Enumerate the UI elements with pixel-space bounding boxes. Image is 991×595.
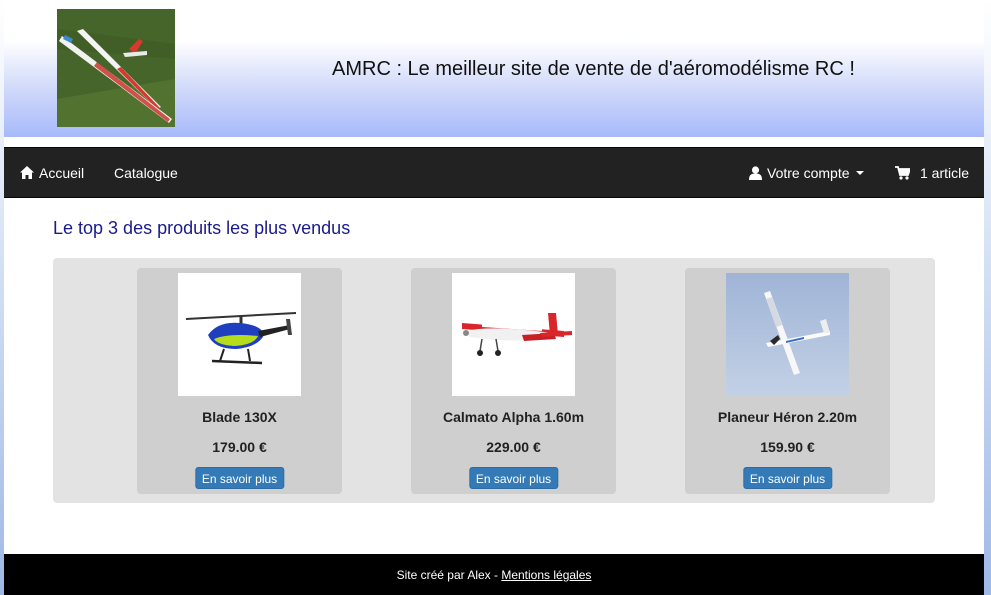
nav-cart[interactable]: 1 article — [895, 148, 969, 197]
main-navbar: Accueil Catalogue Votre compte 1 article — [4, 147, 984, 198]
nav-account-dropdown[interactable]: Votre compte — [749, 148, 864, 197]
nav-catalog-label: Catalogue — [114, 164, 178, 181]
home-icon — [20, 166, 34, 179]
page: AMRC : Le meilleur site de vente de d'aé… — [4, 0, 984, 595]
product-price: 179.00 € — [212, 439, 267, 455]
product-card: Blade 130X 179.00 € En savoir plus — [137, 268, 342, 494]
shopping-cart-icon — [895, 165, 910, 180]
site-footer: Site créé par Alex - Mentions légales — [4, 554, 984, 595]
product-price: 229.00 € — [486, 439, 541, 455]
site-title: AMRC : Le meilleur site de vente de d'aé… — [332, 58, 855, 80]
product-price: 159.90 € — [760, 439, 815, 455]
product-name: Planeur Héron 2.20m — [717, 409, 858, 425]
learn-more-button[interactable]: En savoir plus — [468, 467, 559, 489]
nav-home[interactable]: Accueil — [20, 148, 84, 197]
product-name: Calmato Alpha 1.60m — [442, 409, 585, 425]
footer-text: Site créé par Alex - — [396, 567, 502, 582]
site-header: AMRC : Le meilleur site de vente de d'aé… — [4, 0, 984, 137]
chevron-down-icon — [855, 170, 864, 175]
site-logo[interactable] — [57, 9, 175, 127]
product-card: Calmato Alpha 1.60m 229.00 € En savoir p… — [411, 268, 616, 494]
nav-home-label: Accueil — [39, 164, 85, 181]
glider-logo-icon — [57, 9, 175, 127]
nav-catalog[interactable]: Catalogue — [114, 148, 178, 197]
helicopter-image[interactable] — [178, 273, 301, 396]
product-card: Planeur Héron 2.20m 159.90 € En savoir p… — [685, 268, 890, 494]
nav-cart-label: 1 article — [920, 164, 970, 181]
top-products-panel: Blade 130X 179.00 € En savoir plus Calma… — [53, 258, 935, 503]
airplane-image[interactable] — [452, 273, 575, 396]
nav-account-label: Votre compte — [767, 164, 850, 181]
product-name: Blade 130X — [202, 409, 277, 425]
legal-notice-link[interactable]: Mentions légales — [501, 568, 591, 582]
user-icon — [749, 165, 762, 180]
learn-more-button[interactable]: En savoir plus — [742, 467, 833, 489]
glider-image[interactable] — [726, 273, 849, 396]
section-title: Le top 3 des produits les plus vendus — [53, 218, 351, 238]
learn-more-button[interactable]: En savoir plus — [194, 467, 285, 489]
